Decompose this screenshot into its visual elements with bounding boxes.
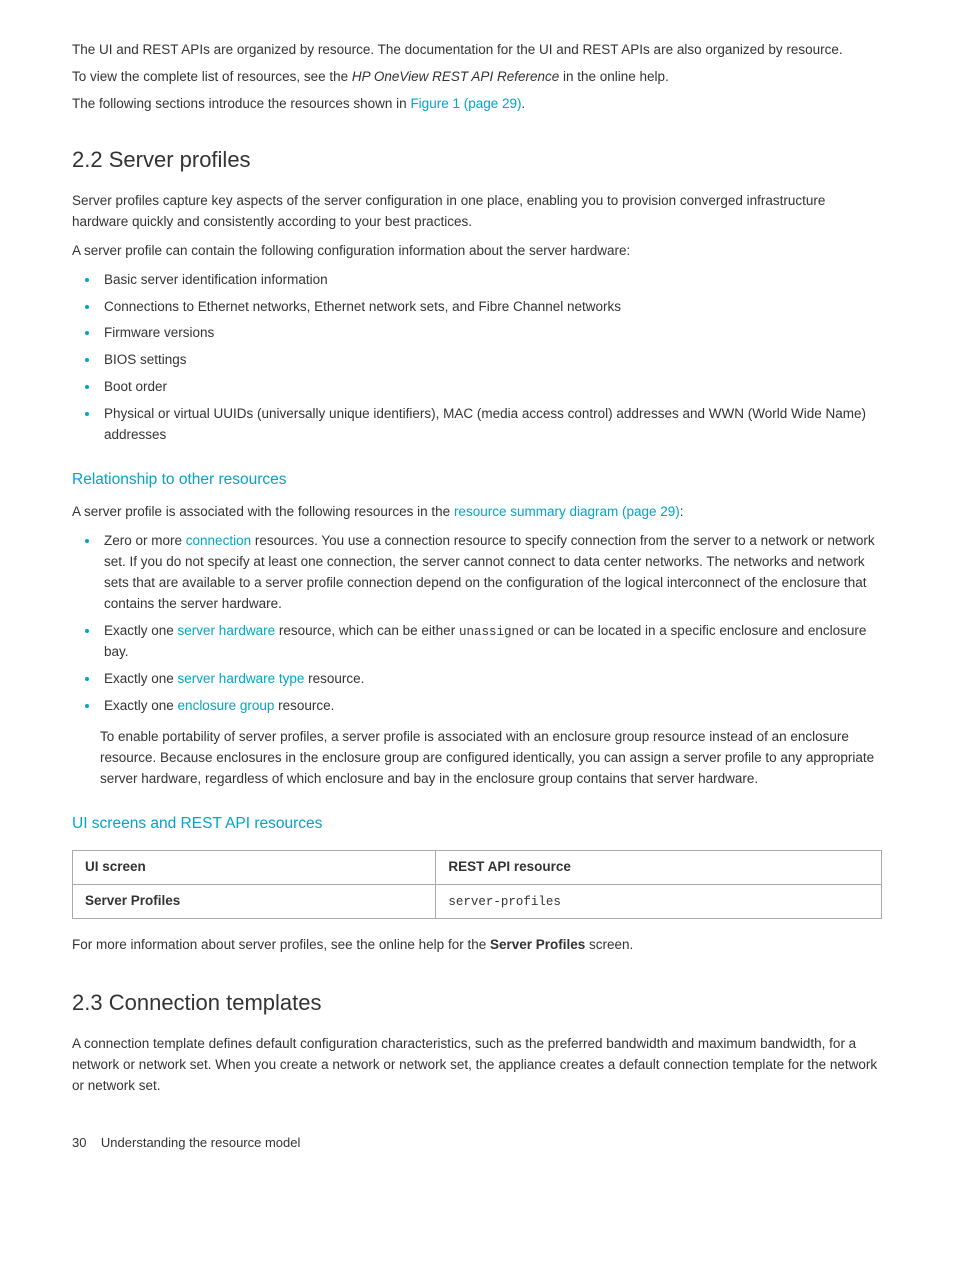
list-item: Exactly one server hardware type resourc… <box>100 669 882 690</box>
intro-line2: To view the complete list of resources, … <box>72 67 882 88</box>
list-item: Boot order <box>100 377 882 398</box>
page-footer: 30 Understanding the resource model <box>72 1133 882 1153</box>
section22-heading: 2.2 Server profiles <box>72 143 882 177</box>
section22-bullets: Basic server identification information … <box>100 270 882 446</box>
intro-line1: The UI and REST APIs are organized by re… <box>72 40 882 61</box>
server-hardware-type-link[interactable]: server hardware type <box>178 671 305 686</box>
table-cell-rest: server-profiles <box>436 884 882 918</box>
table-header-ui: UI screen <box>73 850 436 884</box>
resource-summary-link[interactable]: resource summary diagram (page 29) <box>454 504 680 519</box>
intro-line3: The following sections introduce the res… <box>72 94 882 115</box>
table-row: Server Profiles server-profiles <box>73 884 882 918</box>
table-header-rest: REST API resource <box>436 850 882 884</box>
list-item: BIOS settings <box>100 350 882 371</box>
section22-p2: A server profile can contain the followi… <box>72 241 882 262</box>
section23-heading: 2.3 Connection templates <box>72 986 882 1020</box>
list-item: Exactly one enclosure group resource. <box>100 696 882 717</box>
portability-paragraph: To enable portability of server profiles… <box>100 727 882 790</box>
list-item: Connections to Ethernet networks, Ethern… <box>100 297 882 318</box>
section23-p1: A connection template defines default co… <box>72 1034 882 1097</box>
list-item: Physical or virtual UUIDs (universally u… <box>100 404 882 446</box>
relationship-heading: Relationship to other resources <box>72 468 882 492</box>
ui-rest-footer: For more information about server profil… <box>72 935 882 956</box>
list-item: Zero or more connection resources. You u… <box>100 531 882 615</box>
ui-rest-table: UI screen REST API resource Server Profi… <box>72 850 882 919</box>
relationship-p1: A server profile is associated with the … <box>72 502 882 523</box>
relationship-bullets: Zero or more connection resources. You u… <box>100 531 882 717</box>
server-hardware-link[interactable]: server hardware <box>178 623 276 638</box>
list-item: Basic server identification information <box>100 270 882 291</box>
table-cell-ui: Server Profiles <box>73 884 436 918</box>
connection-link[interactable]: connection <box>186 533 251 548</box>
ui-rest-heading: UI screens and REST API resources <box>72 812 882 836</box>
list-item: Exactly one server hardware resource, wh… <box>100 621 882 663</box>
enclosure-group-link[interactable]: enclosure group <box>178 698 275 713</box>
list-item: Firmware versions <box>100 323 882 344</box>
figure1-link[interactable]: Figure 1 (page 29) <box>410 96 521 111</box>
section22-p1: Server profiles capture key aspects of t… <box>72 191 882 233</box>
